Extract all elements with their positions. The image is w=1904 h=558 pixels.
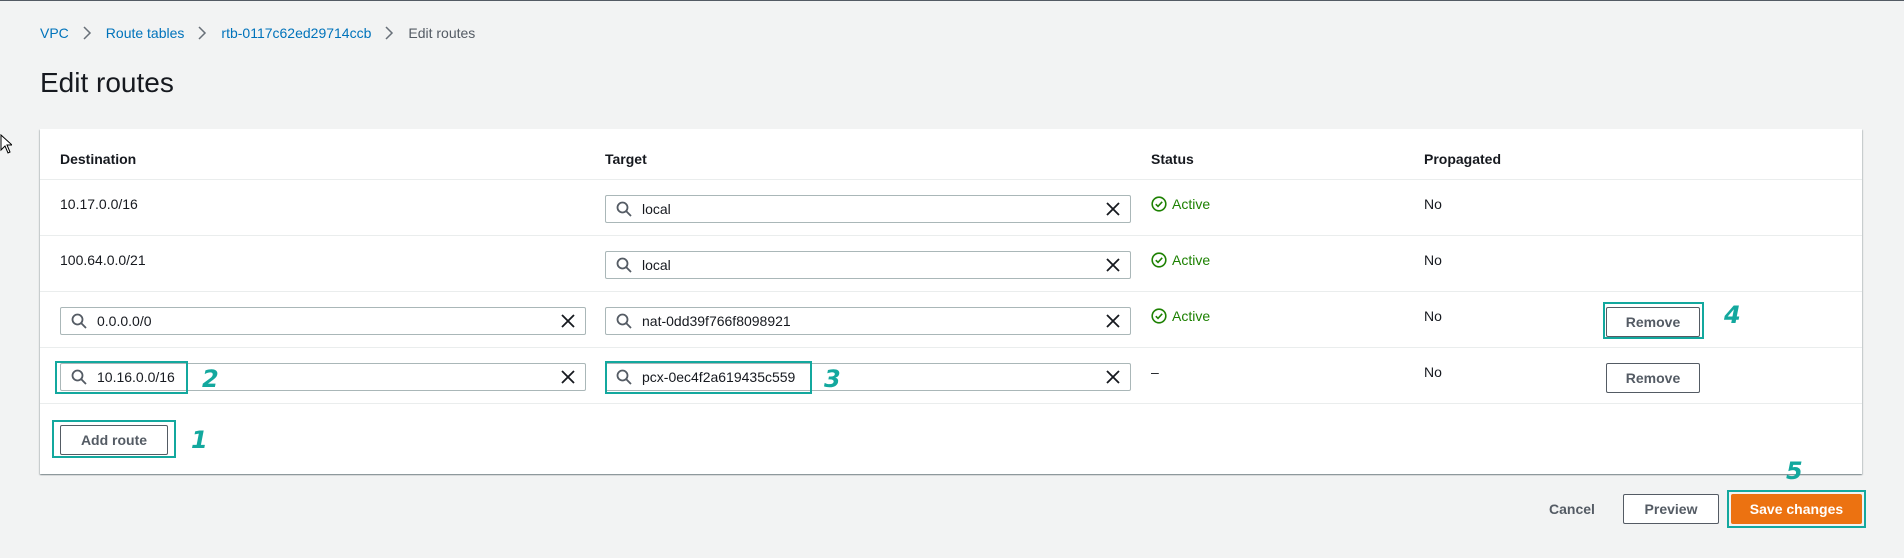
column-header-destination: Destination — [60, 151, 137, 167]
destination-value: 0.0.0.0/0 — [97, 313, 152, 329]
chevron-right-icon — [83, 26, 91, 40]
remove-button[interactable]: Remove — [1606, 363, 1700, 393]
annotation-number: 4 — [1724, 301, 1741, 329]
clear-icon[interactable] — [561, 370, 575, 384]
annotation-highlight-destination — [55, 361, 188, 394]
annotation-highlight-remove — [1603, 302, 1704, 339]
breadcrumb-route-table-id[interactable]: rtb-0117c62ed29714ccb — [221, 25, 371, 41]
chevron-right-icon — [198, 26, 207, 40]
clear-icon[interactable] — [1106, 258, 1120, 272]
status-text: Active — [1172, 196, 1211, 212]
target-input[interactable]: local — [605, 195, 1131, 223]
search-icon — [616, 257, 632, 273]
status-text: Active — [1172, 308, 1211, 324]
destination-value: 100.64.0.0/21 — [60, 252, 146, 268]
breadcrumb-current: Edit routes — [408, 25, 476, 41]
status-success-icon — [1151, 196, 1167, 212]
breadcrumb-vpc[interactable]: VPC — [40, 25, 69, 41]
annotation-highlight-add-route — [52, 420, 176, 458]
breadcrumb: VPC Route tables rtb-0117c62ed29714ccb E… — [40, 25, 475, 41]
target-input[interactable]: local — [605, 251, 1131, 279]
status-badge: Active — [1151, 196, 1210, 212]
clear-icon[interactable] — [561, 314, 575, 328]
search-icon — [616, 313, 632, 329]
column-header-status: Status — [1151, 151, 1194, 167]
target-value: local — [642, 257, 671, 273]
page-title: Edit routes — [40, 67, 174, 98]
status-success-icon — [1151, 308, 1167, 324]
row-divider — [40, 179, 1862, 180]
annotation-number: 2 — [202, 365, 219, 393]
propagated-value: No — [1424, 308, 1442, 324]
destination-value: 10.17.0.0/16 — [60, 196, 138, 212]
column-header-propagated: Propagated — [1424, 151, 1502, 167]
search-icon — [616, 201, 632, 217]
column-header-target: Target — [605, 151, 647, 167]
status-text: Active — [1172, 252, 1211, 268]
status-success-icon — [1151, 252, 1167, 268]
row-divider — [40, 347, 1862, 348]
clear-icon[interactable] — [1106, 314, 1120, 328]
clear-icon[interactable] — [1106, 370, 1120, 384]
status-text: – — [1151, 364, 1159, 380]
target-value: nat-0dd39f766f8098921 — [642, 313, 791, 329]
annotation-highlight-save — [1727, 490, 1866, 528]
annotation-number: 3 — [824, 365, 841, 393]
propagated-value: No — [1424, 252, 1442, 268]
chevron-right-icon — [385, 26, 394, 40]
annotation-number: 1 — [191, 426, 208, 454]
target-value: local — [642, 201, 671, 217]
search-icon — [71, 313, 87, 329]
status-badge: Active — [1151, 308, 1210, 324]
preview-button[interactable]: Preview — [1623, 494, 1719, 524]
annotation-number: 5 — [1786, 457, 1803, 485]
row-divider — [40, 291, 1862, 292]
propagated-value: No — [1424, 364, 1442, 380]
row-divider — [40, 403, 1862, 404]
routes-panel: Destination Target Status Propagated 10.… — [40, 129, 1862, 474]
destination-input[interactable]: 0.0.0.0/0 — [60, 307, 586, 335]
annotation-highlight-target — [605, 361, 812, 394]
breadcrumb-route-tables[interactable]: Route tables — [106, 25, 185, 41]
target-input[interactable]: nat-0dd39f766f8098921 — [605, 307, 1131, 335]
clear-icon[interactable] — [1106, 202, 1120, 216]
cancel-button[interactable]: Cancel — [1549, 501, 1595, 517]
status-badge: Active — [1151, 252, 1210, 268]
row-divider — [40, 235, 1862, 236]
mouse-cursor-icon — [0, 134, 12, 154]
propagated-value: No — [1424, 196, 1442, 212]
